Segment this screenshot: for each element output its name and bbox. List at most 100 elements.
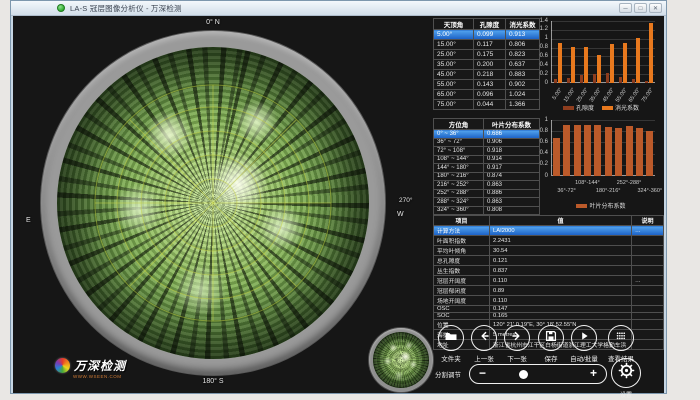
table-cell: 0.863 xyxy=(484,181,540,190)
table-row[interactable]: 冠层郁闭度0.89 xyxy=(434,286,664,296)
table-cell xyxy=(632,256,664,266)
settings-button[interactable] xyxy=(611,358,641,388)
grid-overlay-icon xyxy=(57,47,369,359)
table-cell: 252° ~ 288° xyxy=(434,189,484,198)
view-results-button[interactable] xyxy=(608,325,634,351)
table-row[interactable]: 丛生指数0.837 xyxy=(434,266,664,276)
table-row[interactable]: 35.00°0.2000.637 xyxy=(434,60,540,70)
logo-swirl-icon xyxy=(55,358,70,373)
table-row[interactable]: 216° ~ 252°0.863 xyxy=(434,181,540,190)
titlebar[interactable]: LA-S 冠层图像分析仪 - 万深检测 ─ □ ✕ xyxy=(11,1,666,16)
slider-minus-button[interactable]: − xyxy=(479,366,486,381)
table-row[interactable]: 45.00°0.2180.883 xyxy=(434,70,540,80)
column-header: 叶片分布系数 xyxy=(484,119,540,130)
table-row[interactable]: 场地开阔度0.110 xyxy=(434,296,664,306)
next-image-button[interactable] xyxy=(504,325,530,351)
arrow-right-icon xyxy=(510,329,524,348)
slider-plus-button[interactable]: + xyxy=(590,366,597,381)
leaf-distribution-bar-chart: 00.20.40.60.8136°-72°108°-144°180°-216°2… xyxy=(537,117,665,213)
legend-label: 消光系数 xyxy=(615,103,639,112)
table-cell: 180° ~ 216° xyxy=(434,172,484,181)
prev-image-button[interactable] xyxy=(471,325,497,351)
table-row[interactable]: 252° ~ 288°0.886 xyxy=(434,189,540,198)
table-cell xyxy=(632,296,664,306)
y-tick-label: 1 xyxy=(537,35,548,41)
bar xyxy=(594,125,601,176)
table-row[interactable]: 平均叶倾角30.54 xyxy=(434,246,664,256)
bar xyxy=(606,73,610,83)
legend-item: 孔隙度 xyxy=(563,103,594,112)
slider-thumb[interactable] xyxy=(519,370,528,379)
bar xyxy=(623,43,628,83)
table-cell xyxy=(632,246,664,256)
table-row[interactable]: 0° ~ 36°0.686 xyxy=(434,130,540,139)
logo-text: 万深检测 xyxy=(74,357,126,374)
table-row[interactable]: 65.00°0.0961.024 xyxy=(434,90,540,100)
maximize-button[interactable]: □ xyxy=(634,3,647,13)
table-row[interactable]: 总孔隙度0.121 xyxy=(434,256,664,266)
table-row[interactable]: 144° ~ 180°0.917 xyxy=(434,164,540,173)
y-tick-label: 1.2 xyxy=(537,26,548,32)
column-header: 消光系数 xyxy=(506,19,540,30)
table-cell: 0.044 xyxy=(474,100,506,110)
gridline xyxy=(551,30,655,31)
table-row[interactable]: OSC0.147 xyxy=(434,306,664,313)
folder-icon xyxy=(444,329,458,348)
table-cell: 0.874 xyxy=(484,172,540,181)
table-cell: 45.00° xyxy=(434,70,474,80)
table-cell: 288° ~ 324° xyxy=(434,198,484,207)
y-tick-label: 0.8 xyxy=(537,44,548,50)
table-row[interactable]: 计算方法LAI2000… xyxy=(434,226,664,236)
close-button[interactable]: ✕ xyxy=(649,3,662,13)
app-icon xyxy=(57,4,65,12)
brand-logo: 万深检测 xyxy=(55,357,126,374)
table-row[interactable]: 288° ~ 324°0.863 xyxy=(434,198,540,207)
table-cell: 0.902 xyxy=(506,80,540,90)
folder-button[interactable] xyxy=(438,325,464,351)
segmentation-slider-label: 分割调节 xyxy=(435,369,461,379)
logo-url: WWW.WSEEN.COM xyxy=(73,374,122,379)
table-row[interactable]: 180° ~ 216°0.874 xyxy=(434,172,540,181)
table-row[interactable]: 冠层开阔度0.110… xyxy=(434,276,664,286)
table-row[interactable]: 25.00°0.1750.823 xyxy=(434,50,540,60)
bar xyxy=(563,125,570,176)
table-cell: 0.863 xyxy=(484,198,540,207)
table-cell: 总孔隙度 xyxy=(434,256,490,266)
bar xyxy=(626,126,633,176)
table-row[interactable]: 5.00°0.0990.913 xyxy=(434,30,540,40)
column-header: 方位角 xyxy=(434,119,484,130)
table-cell: 55.00° xyxy=(434,80,474,90)
table-row[interactable]: SOC0.165 xyxy=(434,313,664,320)
table-cell: 216° ~ 252° xyxy=(434,181,484,190)
table-cell xyxy=(632,340,664,350)
gear-icon xyxy=(618,362,635,384)
table-cell: 324° ~ 360° xyxy=(434,206,484,215)
bar xyxy=(584,125,591,176)
y-tick-label: 0.4 xyxy=(537,62,548,68)
table-cell: 0.686 xyxy=(484,130,540,139)
table-row[interactable]: 72° ~ 108°0.918 xyxy=(434,147,540,156)
thumbnail-image[interactable] xyxy=(373,332,429,388)
table-row[interactable]: 55.00°0.1430.902 xyxy=(434,80,540,90)
table-cell: 计算方法 xyxy=(434,226,490,236)
table-cell: 5.00° xyxy=(434,30,474,40)
table-row[interactable]: 36° ~ 72°0.906 xyxy=(434,138,540,147)
column-header: 天顶角 xyxy=(434,19,474,30)
table-row[interactable]: 叶面积指数2.2431 xyxy=(434,236,664,246)
table-cell: 0.806 xyxy=(506,40,540,50)
table-cell: 25.00° xyxy=(434,50,474,60)
segmentation-slider[interactable]: − + xyxy=(469,364,607,384)
bar xyxy=(567,78,571,83)
table-cell: 0.110 xyxy=(490,276,632,286)
table-row[interactable]: 108° ~ 144°0.914 xyxy=(434,155,540,164)
table-row[interactable]: 324° ~ 360°0.808 xyxy=(434,206,540,215)
table-cell: 0.121 xyxy=(490,256,632,266)
table-cell: 0.218 xyxy=(474,70,506,80)
table-row[interactable]: 15.00°0.1170.806 xyxy=(434,40,540,50)
table-cell: 0.823 xyxy=(506,50,540,60)
bar xyxy=(571,47,576,83)
table-row[interactable]: 75.00°0.0441.366 xyxy=(434,100,540,110)
auto-batch-button[interactable] xyxy=(571,325,597,351)
save-button[interactable] xyxy=(538,325,564,351)
minimize-button[interactable]: ─ xyxy=(619,3,632,13)
